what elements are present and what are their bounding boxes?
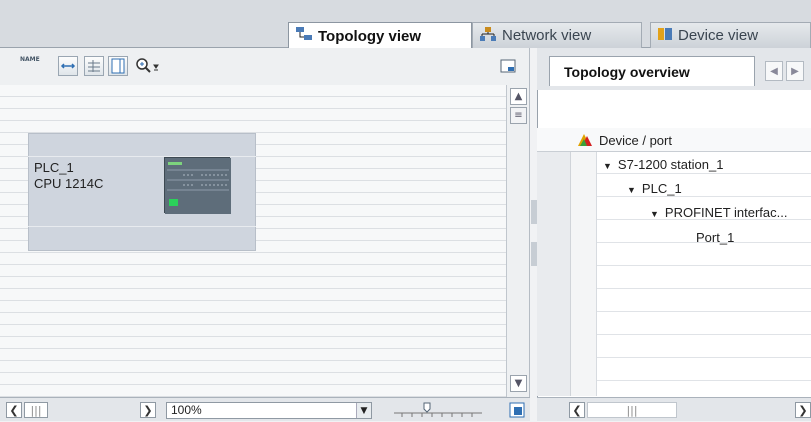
tab-scroll-right-button[interactable]: ▶ — [786, 61, 804, 81]
minimize-overview-icon[interactable] — [500, 58, 516, 74]
tab-topology-label: Topology view — [318, 27, 422, 45]
overview-indicator-column — [571, 151, 597, 396]
plc-module-icon — [164, 157, 231, 214]
grid-icon[interactable] — [84, 56, 104, 76]
scroll-up-button[interactable]: ▲ — [510, 88, 527, 105]
zoom-select[interactable]: 100% — [166, 402, 372, 419]
scroll-thumb[interactable]: ≡ — [510, 107, 527, 124]
chevron-down-icon[interactable]: ▼ — [356, 403, 371, 418]
column-header-device-port: Device / port — [599, 133, 672, 148]
canvas-vertical-scrollbar[interactable]: ▲ ≡ ▼ — [506, 85, 530, 397]
network-view-icon — [479, 26, 497, 46]
page-icon[interactable] — [108, 56, 128, 76]
device-view-icon — [657, 26, 673, 46]
topology-view-icon — [295, 26, 313, 46]
scroll-down-button[interactable]: ▼ — [510, 375, 527, 392]
tab-device-view[interactable]: Device view — [650, 22, 811, 48]
tree-node-label: S7-1200 station_1 — [617, 157, 724, 172]
expand-triangle-icon: ▼ — [603, 161, 612, 171]
tab-scroll-left-button[interactable]: ◀ — [765, 61, 783, 81]
zoom-icon[interactable] — [135, 56, 165, 76]
canvas-toolbar: NAME — [0, 48, 530, 85]
tree-node-port[interactable]: Port_1 — [696, 230, 734, 245]
scroll-right-button[interactable]: ❯ — [795, 402, 811, 418]
tree-node-profinet[interactable]: ▼ PROFINET interfac... — [650, 205, 788, 220]
tab-topology-view[interactable]: Topology view — [288, 22, 472, 49]
tab-topology-overview[interactable]: Topology overview — [549, 56, 755, 86]
tree-node-label: PLC_1 — [641, 181, 682, 196]
horizontal-scroll-thumb[interactable]: ||| — [24, 402, 48, 418]
overview-navigation-icon[interactable] — [508, 401, 526, 419]
scroll-left-button[interactable]: ❮ — [569, 402, 585, 418]
tab-device-label: Device view — [678, 27, 759, 44]
name-icon-label: NAME — [20, 56, 40, 63]
overview-row-header-column — [537, 128, 571, 396]
tab-network-label: Network view — [502, 27, 592, 44]
warning-legend-icon — [576, 132, 594, 148]
scroll-right-button[interactable]: ❯ — [140, 402, 156, 418]
device-name: PLC_1 — [34, 160, 74, 175]
device-divider — [28, 226, 256, 227]
zoom-slider[interactable] — [392, 401, 484, 419]
expand-triangle-icon: ▼ — [627, 185, 636, 195]
scroll-left-button[interactable]: ❮ — [6, 402, 22, 418]
canvas-status-bar: ❮ ||| ❯ 100% ▼ — [0, 397, 530, 421]
tree-node-station[interactable]: ▼ S7-1200 station_1 — [603, 157, 723, 172]
name-icon[interactable]: NAME — [20, 56, 40, 76]
tree-node-label: Port_1 — [696, 230, 735, 245]
expand-triangle-icon: ▼ — [650, 209, 659, 219]
tree-node-label: PROFINET interfac... — [664, 205, 788, 220]
overview-status-bar: ❮ ||| ❯ — [537, 397, 811, 421]
horizontal-scroll-thumb[interactable]: ||| — [587, 402, 677, 418]
device-type: CPU 1214C — [34, 176, 104, 191]
tab-network-view[interactable]: Network view — [472, 22, 642, 48]
tree-node-plc[interactable]: ▼ PLC_1 — [627, 181, 682, 196]
fit-icon[interactable] — [58, 56, 78, 76]
